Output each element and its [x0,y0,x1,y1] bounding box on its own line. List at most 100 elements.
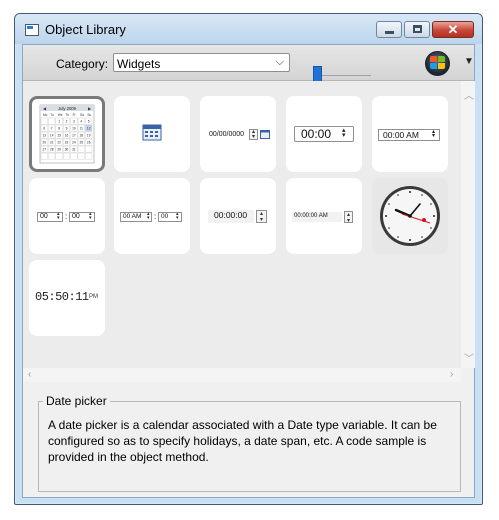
windows-logo-icon[interactable] [425,51,450,76]
calendar-day-number: 10 [72,126,76,130]
widget-tile-time-ampm[interactable]: 00:00 AM ▴ ▾ [372,96,448,172]
digital-clock-time: 05:50:11 [35,290,89,304]
calendar-day-number: 9 [66,126,68,130]
widget-tile-time-seconds[interactable]: 00:00:00 ▴ ▾ [200,178,276,254]
calendar-day-number: 21 [50,140,54,144]
calendar-weekday: Su [87,113,91,117]
calendar-day-number: 28 [50,147,54,151]
size-slider-thumb[interactable] [313,66,322,82]
calendar-day-number: 15 [57,133,61,137]
horizontal-scrollbar[interactable]: ‹ › [23,368,461,382]
calendar-day-number: 31 [72,147,76,151]
calendar-day-cell [70,152,78,160]
calendar-thumbnail: ◀ ▶ July 2009 Mo Tu We Th Fr Sa Su 1 2 3 4 56 7 8 9 10… [39,104,95,164]
calendar-icon [260,130,270,139]
calendar-day-cell [77,152,85,160]
minimize-icon [385,31,394,34]
object-library-window: Object Library ✕ Category: Widgets ⌵ ▼ ◀… [14,13,483,505]
widget-tile-date-picker[interactable]: ◀ ▶ July 2009 Mo Tu We Th Fr Sa Su 1 2 3 4 5 6 7 8 9 10… [29,96,105,172]
digital-clock-suffix: PM [89,294,98,300]
minimize-button[interactable] [376,21,402,38]
window-title: Object Library [45,22,126,37]
scroll-up-icon[interactable]: ︿ [464,87,474,102]
analog-clock-icon [380,186,440,246]
minutes-stepper-icon: ▴ ▾ [89,211,92,221]
caption-buttons: ✕ [374,21,474,38]
calendar-day-number: 26 [87,140,91,144]
calendar-day-number: 23 [65,140,69,144]
maximize-button[interactable] [404,21,430,38]
time-stepper-icon: ▴ ▾ [342,127,346,139]
calendar-day-number: 2 [66,119,68,123]
calendar-day-number: 22 [57,140,61,144]
calendar-weekday: We [58,113,63,117]
widget-tile-hour-minute[interactable]: 00 ▴ ▾ : 00 ▴ ▾ [29,178,105,254]
calendar-day-number: 5 [88,119,90,123]
widget-tile-analog-clock[interactable] [372,178,448,254]
toolbar: Category: Widgets ⌵ ▼ [23,45,474,82]
scroll-down-icon[interactable]: ﹀ [464,350,474,365]
calendar-weekday: Sa [80,113,84,117]
calendar-day-cell [48,152,56,160]
calendar-day-cell [85,152,93,160]
calendar-day-number: 6 [43,126,45,130]
calendar-day-number: 8 [58,126,60,130]
time-seconds-value: 00:00:00 [208,210,254,223]
category-value: Widgets [117,57,161,71]
calendar-day-number: 11 [80,126,84,130]
widget-tile-calendar-icon[interactable] [114,96,190,172]
calendar-day-cell [77,145,85,153]
calendar-icon [142,124,162,141]
calendar-day-cell [85,145,93,153]
description-title: Date picker [43,394,110,408]
app-icon [25,24,39,36]
vertical-scrollbar[interactable]: ︿ ﹀ [461,81,475,368]
time-ampm-value: 00:00 AM [378,129,440,141]
calendar-day-number: 18 [80,133,84,137]
calendar-day-cell [40,152,48,160]
calendar-day-number: 25 [80,140,84,144]
widget-tile-time-seconds-am[interactable]: 00:00:00 AM ▴ ▾ [286,178,362,254]
calendar-day-number: 16 [65,133,69,137]
calendar-day-number: 4 [80,119,82,123]
calendar-day-number: 27 [43,147,47,151]
close-button[interactable]: ✕ [432,21,474,38]
calendar-day-number: 30 [65,147,69,151]
scroll-left-icon[interactable]: ‹ [28,369,31,380]
title-bar[interactable]: Object Library ✕ [15,14,482,44]
category-label: Category: [56,57,109,71]
widget-tile-digital-clock[interactable]: 05:50:11 PM [29,260,105,336]
time-ampm-stepper-icon: ▴ ▾ [432,129,436,139]
hours-stepper-icon: ▴ ▾ [57,211,60,221]
calendar-day-number: 7 [51,126,53,130]
calendar-day-number: 29 [57,147,61,151]
description-text: A date picker is a calendar associated w… [48,418,437,464]
calendar-day-cell [55,152,63,160]
close-icon: ✕ [447,22,459,37]
widget-tile-date-entry[interactable]: 00/00/0000 ▴ ▾ [200,96,276,172]
time-seconds-am-stepper: ▴ ▾ [344,211,353,224]
time-seconds-stepper: ▴ ▾ [256,210,267,223]
date-entry-value: 00/00/0000 [207,129,247,140]
chevron-down-icon: ⌵ [275,56,284,68]
calendar-day-number: 1 [58,119,60,123]
maximize-icon [413,25,422,33]
calendar-day-number: 17 [72,133,76,137]
widget-tile-am-selectors[interactable]: 00 AM ▴ ▾ : 00 ▴ ▾ [114,178,190,254]
calendar-weekday: Th [65,113,69,117]
time-seconds-am-value: 00:00:00 AM [292,212,342,222]
calendar-day-cell [48,117,56,125]
menu-dropdown-icon[interactable]: ▼ [464,56,474,67]
calendar-weekday: Mo [43,113,48,117]
calendar-day-number: 24 [72,140,76,144]
calendar-day-number: 3 [73,119,75,123]
calendar-day-cell [63,152,70,160]
widget-tile-time-entry[interactable]: 00:00 ▴ ▾ [286,96,362,172]
category-select[interactable]: Widgets ⌵ [113,53,290,72]
scroll-right-icon[interactable]: › [450,369,453,380]
calendar-day-number: 13 [43,133,47,137]
calendar-day-number: 20 [43,140,47,144]
calendar-day-number: 19 [87,133,91,137]
library-client-area: Category: Widgets ⌵ ▼ ◀ ▶ July 2009 Mo T… [22,44,475,498]
calendar-weekday: Tu [50,113,54,117]
